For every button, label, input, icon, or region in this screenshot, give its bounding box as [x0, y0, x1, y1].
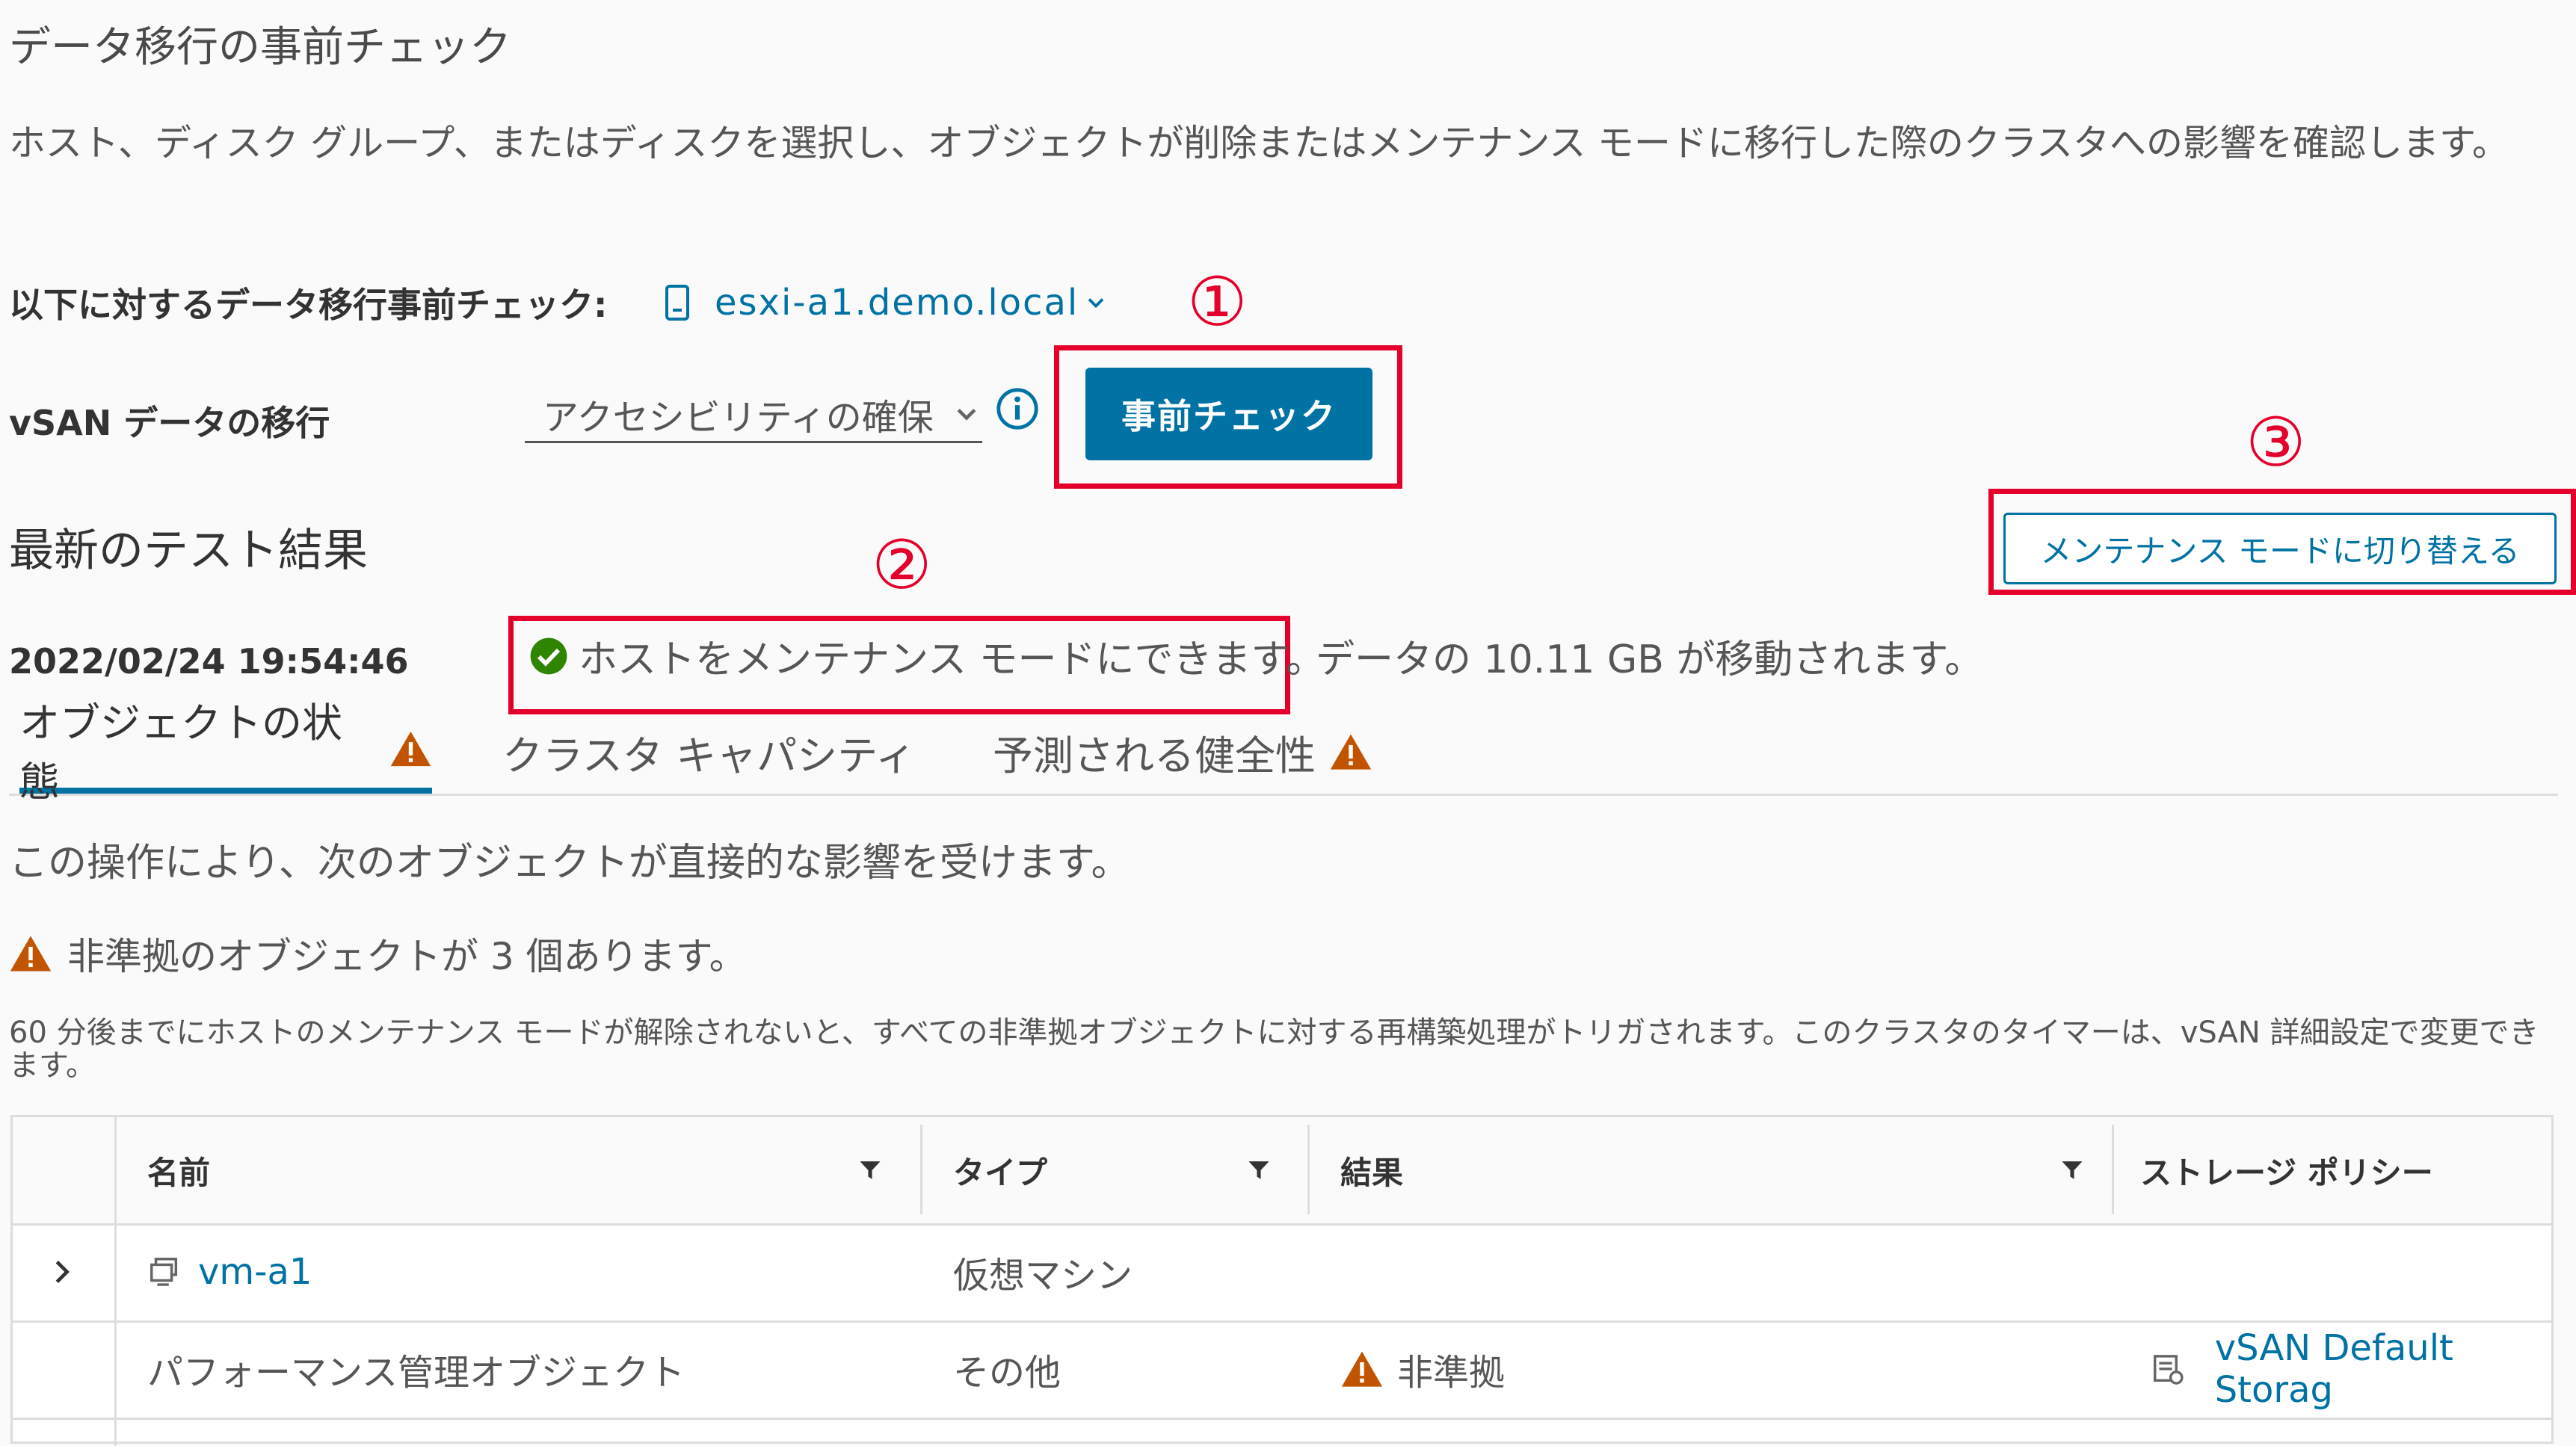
precheck-target-row: 以下に対するデータ移行事前チェック: esxi-a1.demo.local — [9, 278, 1107, 327]
callout-box-1 — [1054, 345, 1402, 489]
storage-policy-link[interactable]: vSAN Default Storag — [2215, 1327, 2551, 1411]
column-header-name[interactable]: 名前 — [147, 1117, 210, 1223]
enter-maintenance-mode-button[interactable]: メンテナンス モードに切り替える — [2003, 513, 2557, 584]
result-data-moved: データの 10.11 GB が移動されます。 — [1316, 637, 1984, 682]
migration-mode-select[interactable]: アクセシビリティの確保 — [525, 387, 982, 443]
tab-label: クラスタ キャパシティ — [502, 732, 916, 779]
vm-icon — [150, 1258, 178, 1286]
result-ok-text: ホストをメンテナンス モードにできます。 — [579, 637, 1325, 682]
tab-cluster-capacity[interactable]: クラスタ キャパシティ — [502, 710, 916, 794]
table-row: パフォーマンス管理オブジェクト その他 非準拠 vSAN Default Sto… — [13, 1320, 2551, 1420]
chevron-down-icon — [957, 409, 976, 421]
tab-label: オブジェクトの状態 — [19, 699, 342, 806]
callout-number-3: ③ — [2246, 404, 2306, 482]
migration-mode-value: アクセシビリティの確保 — [543, 397, 934, 439]
tab-predicted-health[interactable]: 予測される健全性 — [993, 710, 1372, 794]
grid-header: 名前 タイプ 結果 ストレージ ポリシー — [13, 1117, 2551, 1226]
result-tabs: オブジェクトの状態 クラスタ キャパシティ 予測される健全性 — [9, 699, 2558, 806]
info-icon[interactable] — [994, 386, 1041, 432]
column-divider[interactable] — [1307, 1125, 1310, 1214]
cell-type: その他 — [953, 1352, 1061, 1394]
result-status: ホストをメンテナンス モードにできます。 — [529, 628, 1325, 684]
expand-chevron-icon[interactable] — [47, 1258, 76, 1286]
page-description: ホスト、ディスク グループ、またはディスクを選択し、オブジェクトが削除またはメン… — [9, 122, 2509, 164]
callout-number-1: ① — [1187, 263, 1248, 342]
vm-link[interactable]: vm-a1 — [198, 1251, 312, 1293]
impact-description: この操作により、次のオブジェクトが直接的な影響を受けます。 — [9, 841, 1130, 886]
cell-type: 仮想マシン — [953, 1255, 1133, 1297]
warning-icon — [1341, 1351, 1383, 1387]
filter-icon[interactable] — [857, 1158, 883, 1183]
warning-icon — [390, 731, 431, 767]
cell-storage-policy: vSAN Default Storag — [2151, 1320, 2551, 1418]
objects-grid: 名前 タイプ 結果 ストレージ ポリシー vm-a1 仮想マシン パフォーマンス… — [10, 1115, 2554, 1446]
column-header-type[interactable]: タイプ — [953, 1117, 1047, 1223]
tab-object-status[interactable]: オブジェクトの状態 — [19, 699, 432, 806]
rebuild-note: 60 分後までにホストのメンテナンス モードが解除されないと、すべての非準拠オブ… — [9, 1016, 2539, 1083]
host-selector[interactable]: esxi-a1.demo.local — [715, 282, 1079, 324]
callout-number-2: ② — [872, 526, 932, 605]
column-divider[interactable] — [920, 1125, 922, 1214]
cell-name: vm-a1 — [147, 1223, 312, 1320]
table-row: vm-a1 仮想マシン — [13, 1223, 2551, 1323]
cell-name: パフォーマンス管理オブジェクト — [147, 1352, 685, 1394]
cell-result: 非準拠 — [1340, 1320, 1505, 1418]
check-circle-icon — [530, 637, 567, 674]
warning-icon — [10, 936, 52, 971]
result-noncompliant-text: 非準拠 — [1397, 1352, 1506, 1394]
filter-icon[interactable] — [1246, 1158, 1272, 1183]
latest-results-title: 最新のテスト結果 — [9, 525, 368, 577]
noncompliant-text: 非準拠のオブジェクトが 3 個あります。 — [67, 935, 747, 978]
host-icon — [665, 285, 689, 321]
warning-icon — [1330, 734, 1372, 770]
column-header-result[interactable]: 結果 — [1340, 1117, 1403, 1223]
tab-label: 予測される健全性 — [993, 732, 1316, 779]
filter-icon[interactable] — [2059, 1158, 2085, 1183]
noncompliant-summary: 非準拠のオブジェクトが 3 個あります。 — [9, 927, 747, 980]
column-header-storage-policy[interactable]: ストレージ ポリシー — [2140, 1117, 2433, 1223]
page-title: データ移行の事前チェック — [9, 23, 511, 72]
vsan-migration-label: vSAN データの移行 — [9, 403, 330, 443]
result-timestamp: 2022/02/24 19:54:46 — [9, 641, 409, 682]
storage-policy-icon — [2153, 1355, 2184, 1385]
precheck-target-label: 以下に対するデータ移行事前チェック: — [9, 285, 608, 325]
chevron-down-icon[interactable] — [1085, 291, 1107, 314]
column-divider[interactable] — [2112, 1125, 2114, 1214]
